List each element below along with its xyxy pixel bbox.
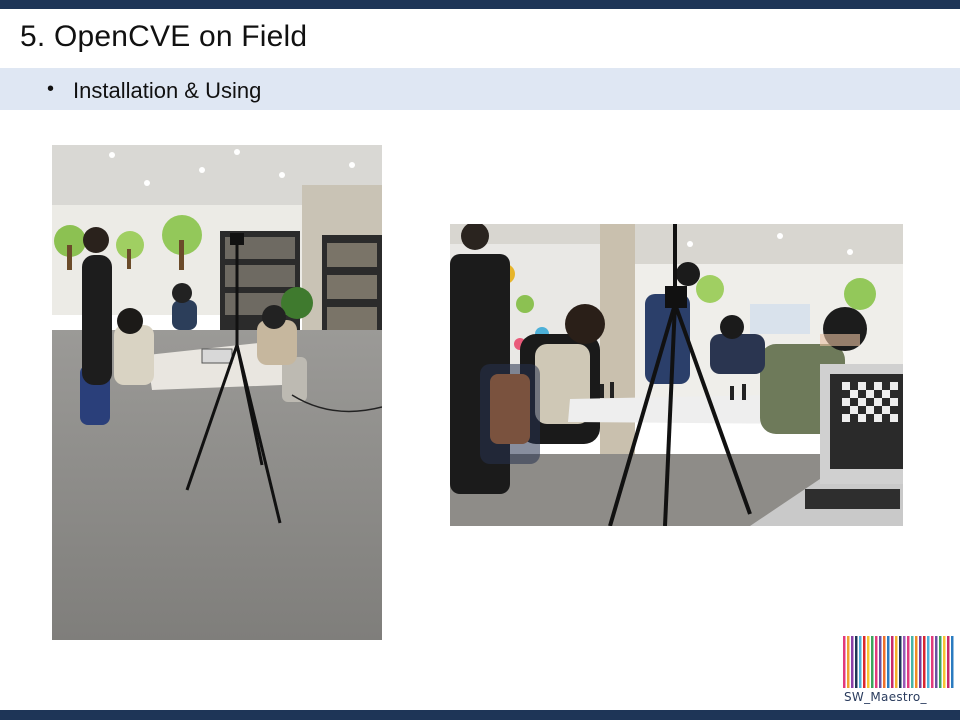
- logo-stripe: [943, 636, 946, 688]
- logo-stripe: [887, 636, 890, 688]
- logo-stripe: [863, 636, 866, 688]
- logo-stripe: [939, 636, 942, 688]
- logo-stripe: [843, 636, 846, 688]
- bullet-glyph: •: [47, 78, 55, 100]
- logo-stripe: [915, 636, 918, 688]
- logo-stripe: [855, 636, 858, 688]
- logo-stripe: [951, 636, 954, 688]
- logo-stripe: [895, 636, 898, 688]
- logo-stripe: [919, 636, 922, 688]
- logo-stripe: [931, 636, 934, 688]
- logo-stripe: [903, 636, 906, 688]
- photo-chess-room-wide: [52, 145, 382, 640]
- logo-stripe: [875, 636, 878, 688]
- logo-stripe: [923, 636, 926, 688]
- logo-stripe: [871, 636, 874, 688]
- logo-stripe: [891, 636, 894, 688]
- subtitle-text: Installation & Using: [73, 78, 262, 103]
- sw-maestro-logo: SW_Maestro_: [843, 636, 955, 708]
- logo-stripe: [879, 636, 882, 688]
- logo-text: SW_Maestro_: [844, 690, 927, 704]
- logo-stripe: [859, 636, 862, 688]
- logo-stripe: [907, 636, 910, 688]
- logo-stripe: [851, 636, 854, 688]
- logo-stripe: [847, 636, 850, 688]
- logo-stripe: [911, 636, 914, 688]
- top-bar: [0, 0, 960, 9]
- photo-chess-players-closeup: [450, 224, 903, 526]
- slide-title: 5. OpenCVE on Field: [20, 20, 308, 53]
- bottom-bar: [0, 710, 960, 720]
- logo-stripe: [899, 636, 902, 688]
- logo-stripes-icon: [843, 636, 954, 688]
- logo-stripe: [927, 636, 930, 688]
- logo-stripe: [883, 636, 886, 688]
- logo-stripe: [867, 636, 870, 688]
- logo-stripe: [947, 636, 950, 688]
- logo-stripe: [935, 636, 938, 688]
